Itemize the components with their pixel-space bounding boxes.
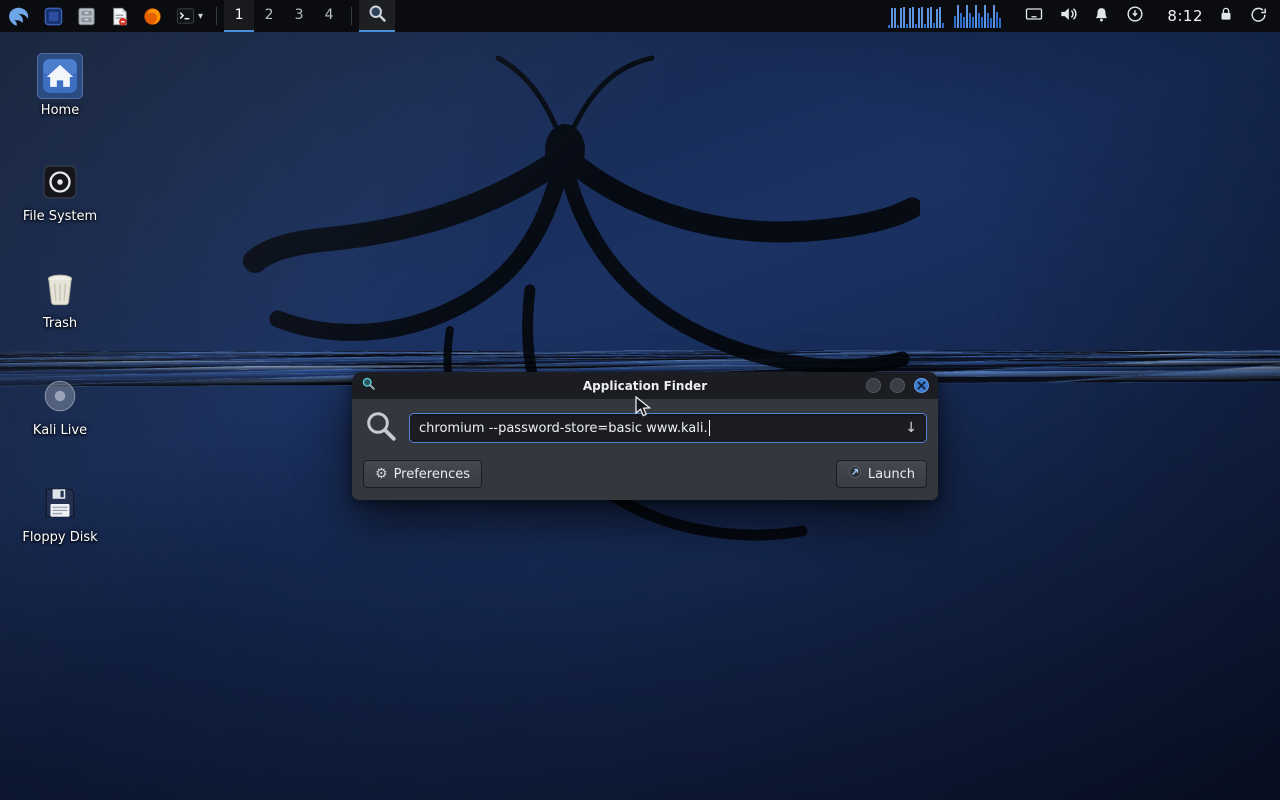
- notifications-bell-icon[interactable]: [1092, 5, 1111, 28]
- desktop-icon-label: Trash: [43, 316, 77, 331]
- launch-button[interactable]: Launch: [836, 460, 927, 488]
- top-panel: ▾ 1 2 3 4: [0, 0, 1280, 32]
- kali-logo-icon: [6, 4, 31, 29]
- screen-layout-icon[interactable]: [1024, 4, 1044, 28]
- minimize-button[interactable]: [866, 378, 881, 393]
- gear-icon: ⚙: [375, 467, 388, 481]
- launcher-firefox[interactable]: [136, 0, 169, 32]
- updates-icon[interactable]: [1125, 4, 1145, 28]
- desktop-icon-label: Floppy Disk: [22, 530, 97, 545]
- desktop-icon-label: File System: [23, 209, 97, 224]
- preferences-button[interactable]: ⚙ Preferences: [363, 460, 482, 488]
- file-manager-icon: [76, 6, 97, 27]
- launcher-text-editor[interactable]: [103, 0, 136, 32]
- workspace-button-3[interactable]: 3: [284, 0, 314, 32]
- network-graph[interactable]: [954, 4, 1006, 28]
- lock-icon[interactable]: [1217, 5, 1235, 27]
- maximize-button[interactable]: [890, 378, 905, 393]
- logout-icon[interactable]: [1249, 5, 1268, 28]
- workspace-label: 2: [265, 7, 274, 23]
- desktop-icon-kali-live[interactable]: Kali Live: [12, 374, 108, 438]
- terminal-icon: [175, 6, 196, 27]
- workspace-label: 4: [325, 7, 334, 23]
- close-button[interactable]: [914, 378, 929, 393]
- cpu-graph[interactable]: [888, 4, 948, 28]
- dropdown-arrow-icon[interactable]: ↓: [905, 420, 917, 436]
- workspace-label: 3: [295, 7, 304, 23]
- launcher-dropdown-chevron-icon[interactable]: ▾: [198, 11, 203, 22]
- home-icon: [38, 54, 82, 98]
- workspace-button-1[interactable]: 1: [224, 0, 254, 32]
- clock[interactable]: 8:12: [1157, 7, 1213, 25]
- desktop-icon-file-system[interactable]: File System: [12, 160, 108, 224]
- panel-separator: [216, 7, 217, 25]
- desktop-icon-trash[interactable]: Trash: [12, 267, 108, 331]
- text-editor-icon: [109, 6, 130, 27]
- workspace-button-2[interactable]: 2: [254, 0, 284, 32]
- command-input-text: chromium --password-store=basic www.kali…: [419, 421, 708, 436]
- launcher-file-manager[interactable]: [70, 0, 103, 32]
- system-tray: [1012, 4, 1157, 28]
- desktop-icon-floppy-disk[interactable]: Floppy Disk: [12, 481, 108, 545]
- search-icon: [363, 408, 399, 448]
- desktop-icon-label: Home: [41, 103, 79, 118]
- firefox-icon: [142, 6, 163, 27]
- workspace-label: 1: [235, 7, 244, 23]
- desktop-icon-label: Kali Live: [33, 423, 87, 438]
- workspace-button-4[interactable]: 4: [314, 0, 344, 32]
- command-input[interactable]: chromium --password-store=basic www.kali…: [409, 413, 927, 443]
- desktop-root: Home File System Trash Kali Live Floppy …: [0, 0, 1280, 800]
- volume-icon[interactable]: [1058, 4, 1078, 28]
- preferences-button-label: Preferences: [394, 467, 470, 482]
- titlebar[interactable]: Application Finder: [352, 372, 938, 399]
- application-finder-window: Application Finder chromium --password-s…: [352, 372, 938, 500]
- kali-live-icon: [38, 374, 82, 418]
- trash-icon: [38, 267, 82, 311]
- launch-button-label: Launch: [868, 467, 915, 482]
- launcher-terminal[interactable]: ▾: [169, 0, 209, 32]
- launch-icon: [848, 465, 862, 483]
- panel-separator: [351, 7, 352, 25]
- blue-app-icon: [43, 6, 64, 27]
- window-app-icon: [361, 376, 376, 395]
- floppy-disk-icon: [38, 481, 82, 525]
- applications-menu-button[interactable]: [0, 0, 37, 32]
- file-system-icon: [38, 160, 82, 204]
- desktop-icon-home[interactable]: Home: [12, 54, 108, 118]
- text-caret: [709, 420, 711, 436]
- window-title: Application Finder: [352, 379, 938, 393]
- launcher-app-blue[interactable]: [37, 0, 70, 32]
- application-finder-icon: [367, 3, 388, 28]
- taskbar-application-finder-button[interactable]: [359, 0, 395, 32]
